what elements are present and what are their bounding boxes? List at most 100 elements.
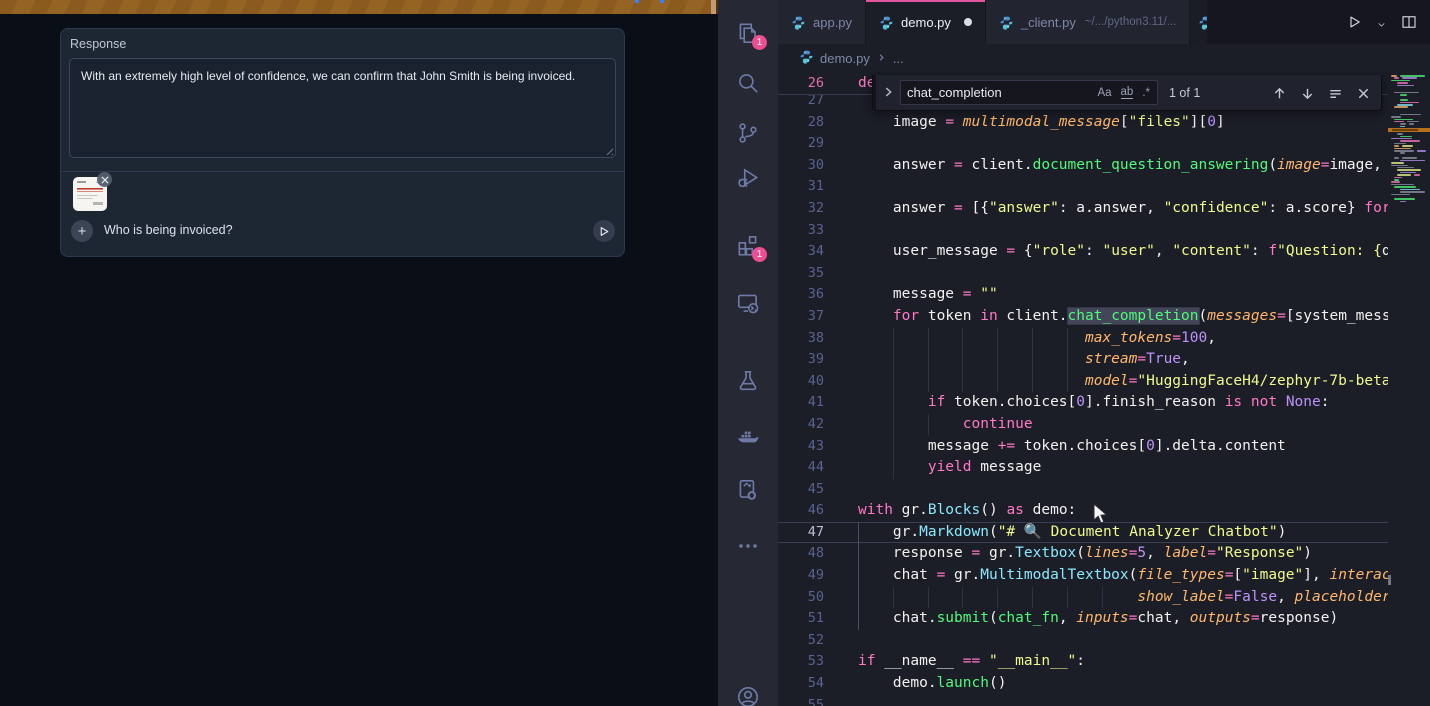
code-editor[interactable]: 2728 image = multimodal_message["files"]… xyxy=(778,72,1430,706)
line-number[interactable]: 51 xyxy=(778,608,824,630)
arrow-up-icon xyxy=(1272,86,1287,101)
line-number[interactable]: 36 xyxy=(778,284,824,306)
find-expand-toggle[interactable] xyxy=(881,85,895,99)
find-resize-sash[interactable] xyxy=(873,75,876,110)
activity-item-docker[interactable] xyxy=(735,424,761,450)
line-text: response = gr.Textbox(lines=5, label="Re… xyxy=(858,543,1312,565)
breadcrumb-file[interactable]: demo.py xyxy=(820,51,870,66)
tab-clipped[interactable] xyxy=(1190,0,1208,44)
line-number[interactable]: 30 xyxy=(778,155,824,177)
code-line-47[interactable]: 47 gr.Markdown("# 🔍 Document Analyzer Ch… xyxy=(778,522,1430,544)
code-line-41[interactable]: 41 if token.choices[0].finish_reason is … xyxy=(778,392,1430,414)
find-in-selection-button[interactable] xyxy=(1328,86,1343,101)
chat-input-text[interactable]: Who is being invoiced? xyxy=(104,223,233,237)
line-number[interactable]: 48 xyxy=(778,543,824,565)
line-text: image = multimodal_message["files"][0] xyxy=(858,112,1225,134)
code-line-53[interactable]: 53if __name__ == "__main__": xyxy=(778,651,1430,673)
code-line-43[interactable]: 43 message += token.choices[0].delta.con… xyxy=(778,436,1430,458)
line-number[interactable]: 42 xyxy=(778,414,824,436)
line-number[interactable]: 32 xyxy=(778,198,824,220)
activity-item-run-debug[interactable] xyxy=(735,165,761,191)
run-dropdown-button[interactable] xyxy=(1376,17,1387,28)
code-line-39[interactable]: 39 stream=True, xyxy=(778,349,1430,371)
code-line-29[interactable]: 29 xyxy=(778,133,1430,155)
line-number[interactable]: 46 xyxy=(778,500,824,522)
activity-item-source-control[interactable] xyxy=(735,120,761,146)
previous-match-button[interactable] xyxy=(1272,86,1287,101)
code-line-33[interactable]: 33 xyxy=(778,220,1430,242)
code-line-38[interactable]: 38 max_tokens=100, xyxy=(778,328,1430,350)
code-line-28[interactable]: 28 image = multimodal_message["files"][0… xyxy=(778,112,1430,134)
breadcrumb[interactable]: demo.py ... xyxy=(778,44,1430,72)
split-editor-button[interactable] xyxy=(1400,13,1418,31)
code-line-42[interactable]: 42 continue xyxy=(778,414,1430,436)
code-line-44[interactable]: 44 yield message xyxy=(778,457,1430,479)
line-number[interactable]: 28 xyxy=(778,112,824,134)
run-button[interactable] xyxy=(1345,13,1363,31)
code-line-52[interactable]: 52 xyxy=(778,630,1430,652)
code-line-32[interactable]: 32 answer = [{"answer": a.answer, "confi… xyxy=(778,198,1430,220)
tab-demo.py[interactable]: demo.py xyxy=(866,0,986,44)
tab-label: _client.py xyxy=(1021,15,1076,30)
code-line-51[interactable]: 51 chat.submit(chat_fn, inputs=chat, out… xyxy=(778,608,1430,630)
whole-word-toggle[interactable]: ab xyxy=(1121,86,1134,99)
code-line-30[interactable]: 30 answer = client.document_question_ans… xyxy=(778,155,1430,177)
tab-app.py[interactable]: app.py xyxy=(778,0,866,44)
find-input[interactable] xyxy=(901,85,1097,100)
add-file-button[interactable]: + xyxy=(71,220,93,242)
code-line-37[interactable]: 37 for token in client.chat_completion(m… xyxy=(778,306,1430,328)
code-line-36[interactable]: 36 message = "" xyxy=(778,284,1430,306)
activity-item-remote-explorer[interactable] xyxy=(735,290,761,316)
code-line-35[interactable]: 35 xyxy=(778,263,1430,285)
activity-item-more-views[interactable] xyxy=(735,533,761,559)
line-number[interactable]: 53 xyxy=(778,651,824,673)
breadcrumb-tail[interactable]: ... xyxy=(893,51,904,66)
tab-_client.py[interactable]: _client.py~/.../python3.11/... xyxy=(986,0,1190,44)
code-line-48[interactable]: 48 response = gr.Textbox(lines=5, label=… xyxy=(778,543,1430,565)
remove-attachment-button[interactable] xyxy=(97,172,112,187)
code-line-31[interactable]: 31 xyxy=(778,176,1430,198)
line-number[interactable]: 54 xyxy=(778,673,824,695)
line-number[interactable]: 55 xyxy=(778,695,824,706)
line-number[interactable]: 40 xyxy=(778,371,824,393)
activity-item-account[interactable] xyxy=(735,684,761,706)
send-button[interactable] xyxy=(593,220,615,242)
activity-item-explorer[interactable]: 1 xyxy=(735,20,761,46)
code-line-50[interactable]: 50 show_label=False, placeholder= xyxy=(778,587,1430,609)
line-number[interactable]: 45 xyxy=(778,479,824,501)
line-number[interactable]: 49 xyxy=(778,565,824,587)
regex-toggle[interactable]: .* xyxy=(1142,87,1150,99)
line-number[interactable]: 41 xyxy=(778,392,824,414)
line-number[interactable]: 52 xyxy=(778,630,824,652)
code-line-34[interactable]: 34 user_message = {"role": "user", "cont… xyxy=(778,241,1430,263)
line-number[interactable]: 44 xyxy=(778,457,824,479)
line-number[interactable]: 35 xyxy=(778,263,824,285)
line-number[interactable]: 26 xyxy=(778,72,824,95)
line-number[interactable]: 29 xyxy=(778,133,824,155)
code-line-54[interactable]: 54 demo.launch() xyxy=(778,673,1430,695)
code-line-40[interactable]: 40 model="HuggingFaceH4/zephyr-7b-beta") xyxy=(778,371,1430,393)
response-textarea[interactable]: With an extremely high level of confiden… xyxy=(70,59,615,157)
activity-item-search[interactable] xyxy=(735,70,761,96)
code-line-45[interactable]: 45 xyxy=(778,479,1430,501)
line-number[interactable]: 39 xyxy=(778,349,824,371)
line-number[interactable]: 38 xyxy=(778,328,824,350)
activity-item-extensions[interactable]: 1 xyxy=(735,232,761,258)
line-number[interactable]: 33 xyxy=(778,220,824,242)
close-find-button[interactable] xyxy=(1356,86,1371,101)
code-line-55[interactable]: 55 xyxy=(778,695,1430,706)
line-number[interactable]: 50 xyxy=(778,587,824,609)
line-number[interactable]: 47 xyxy=(778,522,824,544)
line-number[interactable]: 31 xyxy=(778,176,824,198)
line-number[interactable]: 37 xyxy=(778,306,824,328)
activity-item-task-runner[interactable] xyxy=(735,477,761,503)
next-match-button[interactable] xyxy=(1300,86,1315,101)
code-line-46[interactable]: 46with gr.Blocks() as demo: xyxy=(778,500,1430,522)
minimap-line xyxy=(1400,160,1425,162)
line-number[interactable]: 43 xyxy=(778,436,824,458)
activity-item-testing[interactable] xyxy=(735,368,761,394)
match-case-toggle[interactable]: Aa xyxy=(1097,87,1111,99)
code-line-49[interactable]: 49 chat = gr.MultimodalTextbox(file_type… xyxy=(778,565,1430,587)
line-number[interactable]: 34 xyxy=(778,241,824,263)
minimap[interactable] xyxy=(1388,72,1430,706)
